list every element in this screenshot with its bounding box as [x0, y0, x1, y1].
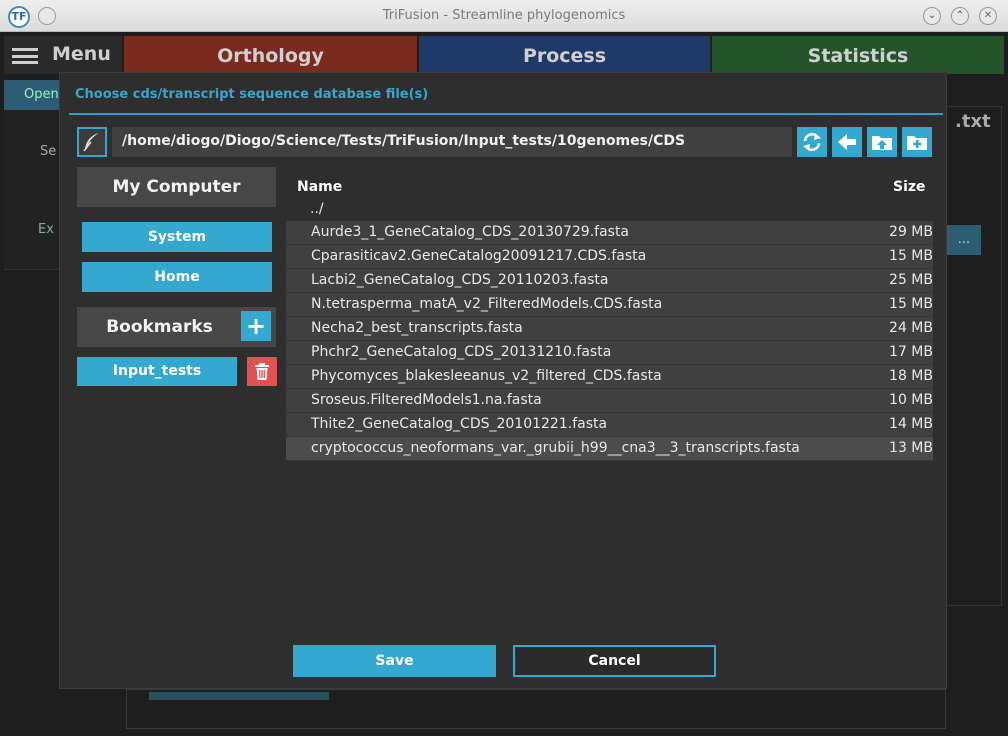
dialog-title: Choose cds/transcript sequence database … — [75, 87, 429, 102]
file-row[interactable]: Phchr2_GeneCatalog_CDS_20131210.fasta 17 … — [286, 341, 933, 365]
right-panel-text: .txt — [955, 111, 991, 132]
background-right-panel: .txt ... — [946, 106, 1002, 606]
path-field[interactable]: /home/diogo/Diogo/Science/Tests/TriFusio… — [112, 127, 792, 157]
menu-button[interactable]: Menu — [4, 36, 122, 74]
background-bottom-panel — [126, 689, 946, 729]
tab-statistics[interactable]: Statistics — [712, 36, 1004, 74]
file-row[interactable]: Phycomyces_blakesleeanus_v2_filtered_CDS… — [286, 365, 933, 389]
menu-label: Menu — [52, 43, 111, 65]
edit-path-button[interactable] — [77, 127, 107, 157]
file-size: 17 MB — [889, 344, 933, 360]
maximize-button[interactable]: ⌃ — [951, 7, 969, 25]
file-row[interactable]: Lacbi2_GeneCatalog_CDS_20110203.fasta 25 … — [286, 269, 933, 293]
file-row[interactable]: N.tetrasperma_matA_v2_FilteredModels.CDS… — [286, 293, 933, 317]
column-header-name[interactable]: Name — [297, 179, 342, 195]
back-button[interactable] — [832, 127, 862, 157]
file-size: 15 MB — [889, 296, 933, 312]
plus-icon: + — [245, 312, 267, 340]
hamburger-icon — [12, 48, 38, 64]
file-name: Aurde3_1_GeneCatalog_CDS_20130729.fasta — [311, 224, 630, 240]
arrow-left-icon — [838, 134, 856, 150]
file-row[interactable]: Cparasiticav2.GeneCatalog20091217.CDS.fa… — [286, 245, 933, 269]
folder-add-icon — [907, 136, 927, 150]
bookmark-item[interactable]: Input_tests — [77, 357, 237, 386]
file-name: Cparasiticav2.GeneCatalog20091217.CDS.fa… — [311, 248, 647, 264]
file-list: Aurde3_1_GeneCatalog_CDS_20130729.fasta 2… — [286, 221, 933, 461]
file-size: 29 MB — [889, 224, 933, 240]
my-computer-header: My Computer — [77, 167, 276, 207]
dialog-title-divider — [69, 113, 943, 115]
file-row[interactable]: Sroseus.FilteredModels1.na.fasta 10 MB — [286, 389, 933, 413]
close-window-button[interactable]: ✕ — [979, 7, 997, 25]
background-bottom-button[interactable] — [149, 692, 329, 700]
delete-bookmark-button[interactable] — [247, 357, 277, 386]
folder-up-icon — [872, 136, 892, 150]
file-size: 15 MB — [889, 248, 933, 264]
file-chooser-dialog: Choose cds/transcript sequence database … — [59, 72, 947, 689]
file-name: Necha2_best_transcripts.fasta — [311, 320, 523, 336]
file-name: Phchr2_GeneCatalog_CDS_20131210.fasta — [311, 344, 612, 360]
file-row[interactable]: Necha2_best_transcripts.fasta 24 MB — [286, 317, 933, 341]
file-size: 24 MB — [889, 320, 933, 336]
parent-folder-button[interactable] — [867, 127, 897, 157]
side-text-1: Se — [40, 144, 57, 159]
right-panel-button[interactable]: ... — [947, 225, 981, 255]
file-name: Thite2_GeneCatalog_CDS_20101221.fasta — [311, 416, 608, 432]
file-row[interactable]: cryptococcus_neoformans_var._grubii_h99_… — [286, 437, 933, 461]
file-size: 25 MB — [889, 272, 933, 288]
file-name: N.tetrasperma_matA_v2_FilteredModels.CDS… — [311, 296, 663, 312]
home-button[interactable]: Home — [82, 262, 272, 292]
trash-icon — [255, 363, 269, 380]
cancel-button[interactable]: Cancel — [513, 645, 716, 677]
window-title: TriFusion - Streamline phylogenomics — [382, 8, 626, 23]
file-size: 10 MB — [889, 392, 933, 408]
file-name: Sroseus.FilteredModels1.na.fasta — [311, 392, 542, 408]
file-size: 13 MB — [889, 440, 933, 456]
add-bookmark-button[interactable]: + — [241, 311, 271, 341]
save-button[interactable]: Save — [293, 645, 496, 677]
system-button[interactable]: System — [82, 222, 272, 252]
refresh-icon — [803, 133, 821, 151]
minimize-button[interactable]: ⌄ — [923, 7, 941, 25]
side-text-2: Ex — [38, 222, 54, 237]
new-folder-button[interactable] — [902, 127, 932, 157]
window-titlebar: TF TriFusion - Streamline phylogenomics … — [0, 0, 1008, 32]
file-row[interactable]: Aurde3_1_GeneCatalog_CDS_20130729.fasta 2… — [286, 221, 933, 245]
parent-directory-entry[interactable]: ../ — [310, 201, 324, 217]
refresh-button[interactable] — [797, 127, 827, 157]
feather-icon — [83, 133, 99, 152]
file-name: Phycomyces_blakesleeanus_v2_filtered_CDS… — [311, 368, 662, 384]
column-header-size[interactable]: Size — [893, 179, 926, 195]
tab-orthology[interactable]: Orthology — [124, 36, 417, 74]
file-size: 18 MB — [889, 368, 933, 384]
file-name: Lacbi2_GeneCatalog_CDS_20110203.fasta — [311, 272, 609, 288]
tab-process[interactable]: Process — [419, 36, 710, 74]
file-size: 14 MB — [889, 416, 933, 432]
file-row[interactable]: Thite2_GeneCatalog_CDS_20101221.fasta 14 … — [286, 413, 933, 437]
file-name: cryptococcus_neoformans_var._grubii_h99_… — [311, 440, 800, 456]
